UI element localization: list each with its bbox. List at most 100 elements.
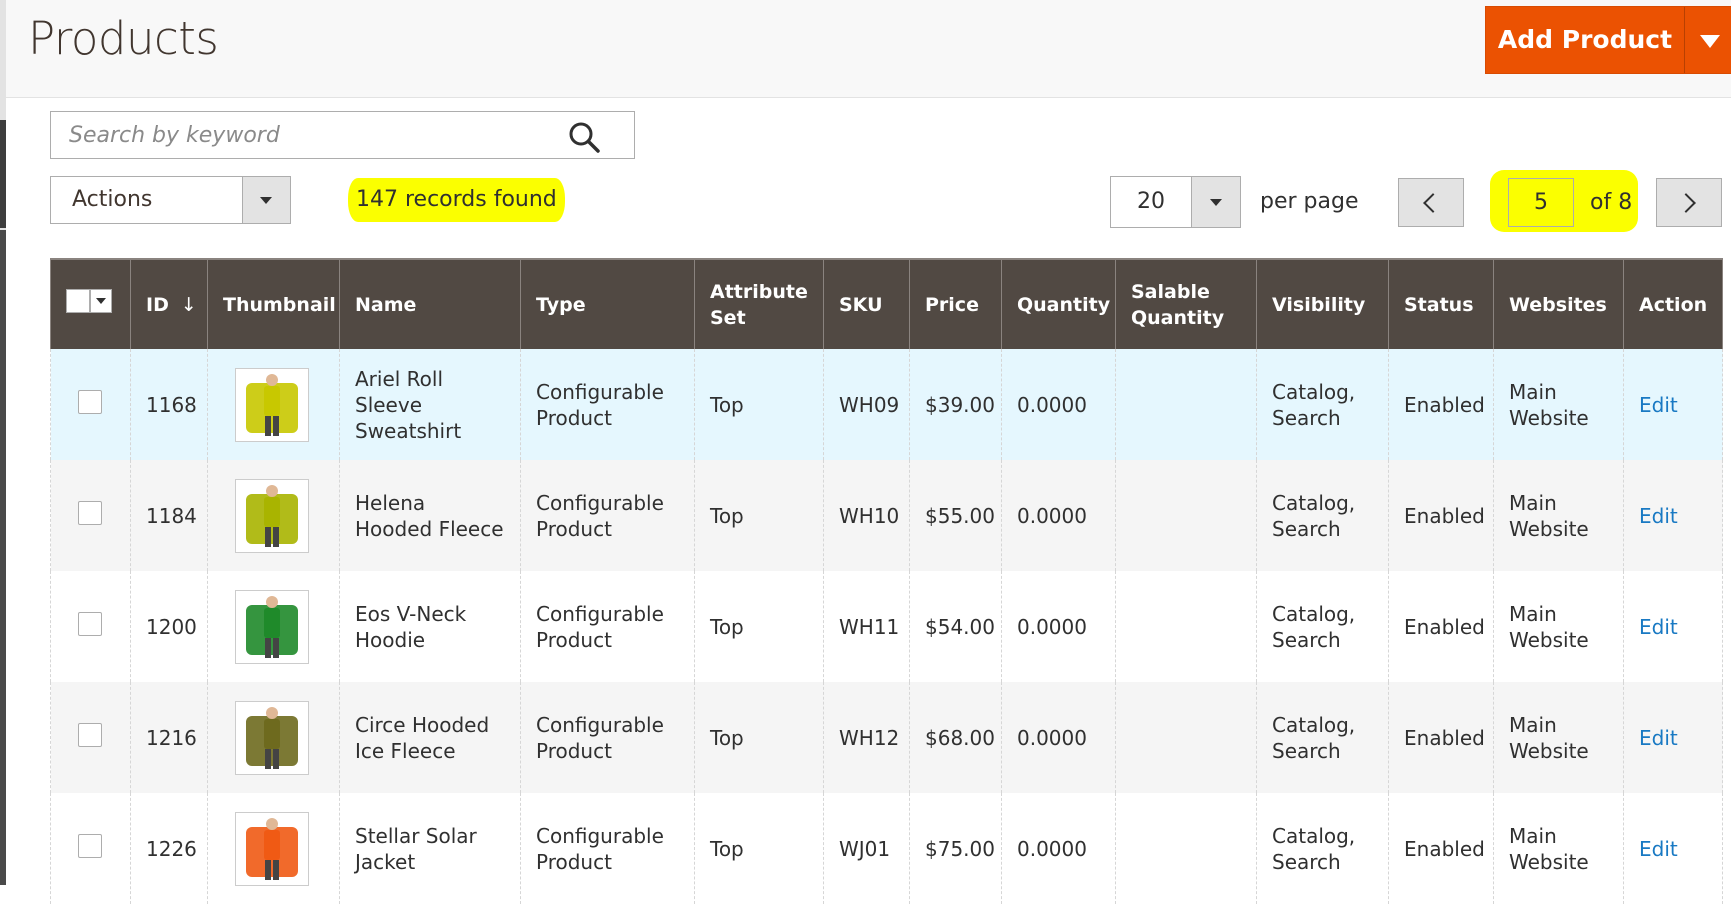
row-checkbox[interactable] bbox=[78, 611, 102, 636]
cell-thumbnail bbox=[207, 460, 340, 571]
edit-link[interactable]: Edit bbox=[1639, 504, 1678, 528]
column-header-price[interactable]: Price bbox=[909, 259, 1002, 349]
cell-id: 1216 bbox=[130, 682, 208, 793]
cell-quantity: 0.0000 bbox=[1001, 349, 1116, 460]
next-page-button[interactable] bbox=[1656, 178, 1722, 227]
column-header-websites[interactable]: Websites bbox=[1493, 259, 1624, 349]
cell-websites: Main Website bbox=[1493, 571, 1624, 682]
product-thumbnail[interactable] bbox=[235, 478, 309, 553]
split-divider bbox=[1684, 7, 1685, 73]
per-page-label: per page bbox=[1260, 189, 1359, 214]
cell-websites: Main Website bbox=[1493, 793, 1624, 904]
total-pages-label: of 8 bbox=[1590, 190, 1633, 215]
records-count: 147 records found bbox=[348, 178, 565, 222]
cell-quantity: 0.0000 bbox=[1001, 682, 1116, 793]
column-header-visibility[interactable]: Visibility bbox=[1256, 259, 1389, 349]
mass-select-header[interactable] bbox=[50, 259, 131, 349]
actions-dropdown[interactable]: Actions bbox=[50, 176, 291, 224]
cell-thumbnail bbox=[207, 682, 340, 793]
edit-link[interactable]: Edit bbox=[1639, 837, 1678, 861]
cell-thumbnail bbox=[207, 571, 340, 682]
cell-status: Enabled bbox=[1388, 571, 1494, 682]
row-checkbox[interactable] bbox=[78, 500, 102, 525]
edit-link[interactable]: Edit bbox=[1639, 615, 1678, 639]
cell-type: Configurable Product bbox=[520, 682, 695, 793]
current-page-input[interactable]: 5 bbox=[1508, 178, 1574, 227]
cell-thumbnail bbox=[207, 349, 340, 460]
actions-toggle[interactable] bbox=[242, 177, 290, 223]
left-edge bbox=[0, 0, 6, 885]
cell-name: Stellar Solar Jacket bbox=[339, 793, 521, 904]
column-header-id[interactable]: ID ↓ bbox=[130, 259, 208, 349]
column-header-attribute-set[interactable]: Attribute Set bbox=[694, 259, 824, 349]
product-image bbox=[246, 484, 298, 547]
row-checkbox[interactable] bbox=[78, 833, 102, 858]
column-header-quantity[interactable]: Quantity bbox=[1001, 259, 1116, 349]
table-row[interactable]: 1216 Circe Hooded Ice Fleece Configurable … bbox=[50, 682, 1723, 793]
column-header-status[interactable]: Status bbox=[1388, 259, 1494, 349]
cell-price: $39.00 bbox=[909, 349, 1002, 460]
product-thumbnail[interactable] bbox=[235, 700, 309, 775]
column-header-thumbnail: Thumbnail bbox=[207, 259, 340, 349]
edit-link[interactable]: Edit bbox=[1639, 726, 1678, 750]
cell-salable-quantity bbox=[1115, 793, 1257, 904]
product-image bbox=[246, 817, 298, 880]
cell-salable-quantity bbox=[1115, 682, 1257, 793]
search-icon[interactable] bbox=[567, 120, 601, 154]
cell-price: $54.00 bbox=[909, 571, 1002, 682]
column-header-name[interactable]: Name bbox=[339, 259, 521, 349]
per-page-toggle[interactable] bbox=[1191, 177, 1240, 227]
cell-name: Circe Hooded Ice Fleece bbox=[339, 682, 521, 793]
cell-quantity: 0.0000 bbox=[1001, 571, 1116, 682]
actions-label: Actions bbox=[72, 187, 153, 212]
cell-attribute-set: Top bbox=[694, 349, 824, 460]
row-checkbox[interactable] bbox=[78, 389, 102, 414]
chevron-down-icon[interactable] bbox=[1700, 35, 1720, 48]
cell-visibility: Catalog, Search bbox=[1256, 682, 1389, 793]
mass-select-dropdown[interactable] bbox=[66, 289, 112, 313]
page-title: Products bbox=[28, 12, 219, 65]
product-image bbox=[246, 595, 298, 658]
row-checkbox-cell bbox=[50, 349, 131, 460]
product-thumbnail[interactable] bbox=[235, 811, 309, 886]
cell-visibility: Catalog, Search bbox=[1256, 793, 1389, 904]
cell-action: Edit bbox=[1623, 793, 1723, 904]
cell-sku: WH12 bbox=[823, 682, 910, 793]
grid-body: 1168 Ariel Roll Sleeve Sweatshirt Configur… bbox=[50, 349, 1723, 904]
cell-id: 1168 bbox=[130, 349, 208, 460]
cell-thumbnail bbox=[207, 793, 340, 904]
cell-attribute-set: Top bbox=[694, 682, 824, 793]
add-product-button[interactable]: Add Product bbox=[1485, 6, 1731, 74]
row-checkbox[interactable] bbox=[78, 722, 102, 747]
cell-action: Edit bbox=[1623, 349, 1723, 460]
row-checkbox-cell bbox=[50, 682, 131, 793]
cell-salable-quantity bbox=[1115, 460, 1257, 571]
table-row[interactable]: 1184 Helena Hooded Fleece Configurable Pro… bbox=[50, 460, 1723, 571]
per-page-select[interactable]: 20 bbox=[1110, 176, 1241, 228]
cell-status: Enabled bbox=[1388, 793, 1494, 904]
page-header: Products Add Product bbox=[6, 0, 1731, 98]
table-row[interactable]: 1226 Stellar Solar Jacket Configurable Pro… bbox=[50, 793, 1723, 904]
column-header-type[interactable]: Type bbox=[520, 259, 695, 349]
table-row[interactable]: 1200 Eos V-Neck Hoodie Configurable Produc… bbox=[50, 571, 1723, 682]
edit-link[interactable]: Edit bbox=[1639, 393, 1678, 417]
column-header-sku[interactable]: SKU bbox=[823, 259, 910, 349]
cell-sku: WH11 bbox=[823, 571, 910, 682]
cell-websites: Main Website bbox=[1493, 460, 1624, 571]
previous-page-button[interactable] bbox=[1398, 178, 1464, 227]
product-thumbnail[interactable] bbox=[235, 589, 309, 664]
cell-id: 1200 bbox=[130, 571, 208, 682]
grid-header-row: ID ↓ Thumbnail Name Type Attribute Set SK… bbox=[50, 259, 1723, 349]
cell-sku: WJ01 bbox=[823, 793, 910, 904]
product-thumbnail[interactable] bbox=[235, 367, 309, 442]
add-product-label[interactable]: Add Product bbox=[1486, 7, 1684, 73]
search-input[interactable] bbox=[67, 112, 551, 158]
row-checkbox-cell bbox=[50, 793, 131, 904]
cell-sku: WH10 bbox=[823, 460, 910, 571]
column-header-action: Action bbox=[1623, 259, 1723, 349]
table-row[interactable]: 1168 Ariel Roll Sleeve Sweatshirt Configur… bbox=[50, 349, 1723, 460]
per-page-value: 20 bbox=[1137, 189, 1165, 214]
cell-type: Configurable Product bbox=[520, 571, 695, 682]
cell-visibility: Catalog, Search bbox=[1256, 571, 1389, 682]
cell-name: Eos V-Neck Hoodie bbox=[339, 571, 521, 682]
